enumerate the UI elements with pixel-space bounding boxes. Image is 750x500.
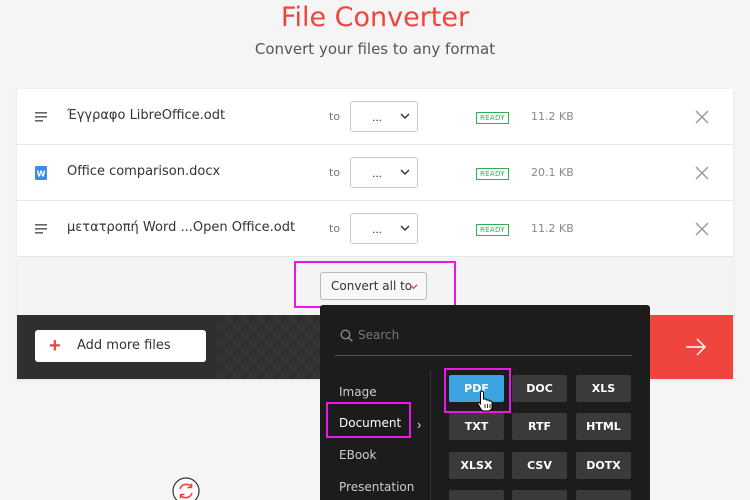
format-dotx[interactable]: DOTX	[576, 452, 631, 479]
file-row: Έγγραφο LibreOffice.odt to ... READY 11.…	[17, 89, 733, 145]
format-doc[interactable]: DOC	[512, 375, 567, 402]
category-presentation[interactable]: Presentation	[339, 480, 414, 494]
format-more[interactable]	[449, 490, 504, 500]
convert-all-button[interactable]: Convert all to	[320, 272, 427, 300]
convert-button[interactable]	[637, 315, 733, 379]
format-rtf[interactable]: RTF	[512, 413, 567, 440]
close-icon[interactable]	[695, 222, 709, 236]
file-size: 20.1 KB	[531, 166, 574, 179]
format-more[interactable]	[576, 490, 631, 500]
to-label: to	[329, 222, 341, 235]
format-value: ...	[372, 166, 383, 180]
highlight-box	[326, 402, 411, 438]
file-name: Έγγραφο LibreOffice.odt	[67, 108, 226, 123]
add-more-files-label: Add more files	[77, 338, 171, 353]
close-icon[interactable]	[695, 166, 709, 180]
chevron-right-icon: ›	[417, 417, 422, 432]
add-more-files-button[interactable]: + Add more files	[35, 330, 206, 362]
convert-all-label: Convert all to	[331, 279, 413, 293]
format-select[interactable]: ...	[350, 101, 418, 132]
format-xls[interactable]: XLS	[576, 375, 631, 402]
file-name: μετατροπή Word ...Open Office.odt	[67, 220, 296, 235]
format-xlsx[interactable]: XLSX	[449, 452, 504, 479]
chevron-down-icon	[400, 169, 410, 176]
arrow-right-icon	[686, 338, 707, 356]
file-row: μετατροπή Word ...Open Office.odt to ...…	[17, 201, 733, 257]
to-label: to	[329, 166, 341, 179]
chevron-down-icon	[400, 113, 410, 120]
document-icon	[35, 224, 47, 234]
format-value: ...	[372, 110, 383, 124]
chevron-down-icon	[400, 225, 410, 232]
word-icon: W	[35, 166, 47, 180]
format-value: ...	[372, 222, 383, 236]
chevron-down-icon	[409, 284, 418, 290]
format-dropdown: Image Document › EBook Presentation PDF …	[320, 305, 650, 500]
close-icon[interactable]	[695, 110, 709, 124]
hand-cursor-icon	[477, 390, 493, 412]
status-badge: READY	[476, 112, 509, 124]
format-txt[interactable]: TXT	[449, 413, 504, 440]
format-select[interactable]: ...	[350, 157, 418, 188]
file-size: 11.2 KB	[531, 110, 574, 123]
file-row: W Office comparison.docx to ... READY 20…	[17, 145, 733, 201]
category-image[interactable]: Image	[339, 385, 377, 399]
format-more[interactable]	[512, 490, 567, 500]
format-html[interactable]: HTML	[576, 413, 631, 440]
page-title: File Converter	[280, 2, 470, 33]
page-subtitle: Convert your files to any format	[254, 40, 496, 58]
svg-text:W: W	[37, 170, 46, 179]
format-csv[interactable]: CSV	[512, 452, 567, 479]
search-input[interactable]	[358, 328, 628, 342]
refresh-icon[interactable]	[172, 477, 200, 500]
status-badge: READY	[476, 168, 509, 180]
file-name: Office comparison.docx	[67, 164, 221, 179]
status-badge: READY	[476, 224, 509, 236]
to-label: to	[329, 110, 341, 123]
category-ebook[interactable]: EBook	[339, 448, 376, 462]
format-select[interactable]: ...	[350, 213, 418, 244]
search-icon	[340, 329, 353, 342]
plus-icon: +	[49, 335, 61, 357]
document-icon	[35, 112, 47, 122]
file-size: 11.2 KB	[531, 222, 574, 235]
search-underline	[335, 355, 632, 356]
divider	[430, 370, 431, 500]
